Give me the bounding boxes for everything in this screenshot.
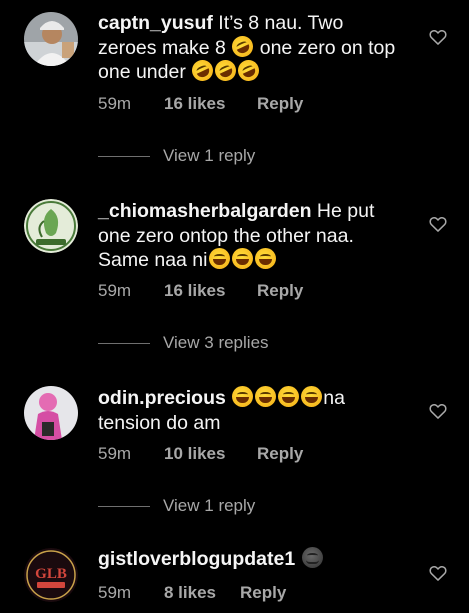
comment-likes[interactable]: 16 likes — [164, 94, 257, 114]
avatar[interactable]: GLB — [24, 548, 78, 602]
heart-outline-icon[interactable] — [428, 27, 448, 47]
avatar[interactable] — [24, 386, 78, 440]
heart-outline-icon[interactable] — [428, 563, 448, 583]
comment-username[interactable]: odin.precious — [98, 387, 226, 409]
comment-username[interactable]: gistloverblogupdate1 — [98, 548, 295, 570]
comment-text: gistloverblogupdate1 — [98, 547, 403, 572]
comment-meta: 59m 8 likes Reply — [98, 583, 286, 603]
comment-time: 59m — [98, 583, 132, 602]
divider-line — [98, 155, 150, 157]
reply-button[interactable]: Reply — [257, 281, 303, 301]
grinning-squinting-emoji-icon — [255, 386, 277, 407]
comment-text: captn_yusuf It’s 8 nau. Two zeroes make … — [98, 11, 403, 85]
rolling-laughing-emoji-icon — [188, 56, 217, 85]
view-replies-label: View 3 replies — [163, 333, 269, 352]
grinning-squinting-emoji-icon — [254, 248, 276, 269]
comment-text: _chiomasherbalgarden He put one zero ont… — [98, 199, 403, 273]
avatar[interactable] — [24, 12, 78, 66]
comment-meta: 59m 10 likes Reply — [98, 444, 303, 464]
rolling-laughing-emoji-icon — [228, 32, 257, 60]
grinning-squinting-emoji-icon — [231, 248, 253, 269]
glb-logo-text: GLB — [35, 566, 67, 582]
comment-meta: 59m 16 likes Reply — [98, 94, 303, 114]
heart-outline-icon[interactable] — [428, 401, 448, 421]
view-replies-button[interactable]: View 1 reply — [98, 146, 255, 166]
comment-likes[interactable]: 16 likes — [164, 281, 257, 301]
pink-figure-avatar-icon — [24, 386, 78, 440]
comment-time: 59m — [98, 94, 132, 113]
divider-line — [98, 505, 150, 507]
avatar[interactable] — [24, 199, 78, 253]
grinning-squinting-emoji-icon — [301, 386, 323, 407]
view-replies-label: View 1 reply — [163, 496, 256, 515]
comment-time: 59m — [98, 281, 132, 300]
comment-text: odin.precious na tension do am — [98, 386, 403, 435]
comment-time: 59m — [98, 444, 132, 463]
view-replies-label: View 1 reply — [163, 146, 256, 165]
comment-username[interactable]: _chiomasherbalgarden — [98, 200, 312, 222]
dark-face-emoji-icon — [301, 547, 323, 568]
glb-logo-avatar-icon: GLB — [24, 548, 78, 602]
rolling-laughing-emoji-icon — [234, 56, 263, 85]
grinning-squinting-emoji-icon — [208, 248, 230, 269]
reply-button[interactable]: Reply — [257, 94, 303, 114]
reply-button[interactable]: Reply — [240, 583, 286, 603]
rolling-laughing-emoji-icon — [211, 56, 240, 85]
grinning-squinting-emoji-icon — [278, 386, 300, 407]
comment-username[interactable]: captn_yusuf — [98, 12, 213, 34]
comment-meta: 59m 16 likes Reply — [98, 281, 303, 301]
comment-likes[interactable]: 8 likes — [164, 583, 240, 603]
herbal-logo-avatar-icon — [24, 199, 78, 253]
divider-line — [98, 342, 150, 344]
heart-outline-icon[interactable] — [428, 214, 448, 234]
grinning-squinting-emoji-icon — [232, 386, 254, 407]
comment-likes[interactable]: 10 likes — [164, 444, 257, 464]
view-replies-button[interactable]: View 1 reply — [98, 496, 255, 516]
view-replies-button[interactable]: View 3 replies — [98, 333, 269, 353]
reply-button[interactable]: Reply — [257, 444, 303, 464]
user-photo-avatar-icon — [24, 12, 78, 66]
